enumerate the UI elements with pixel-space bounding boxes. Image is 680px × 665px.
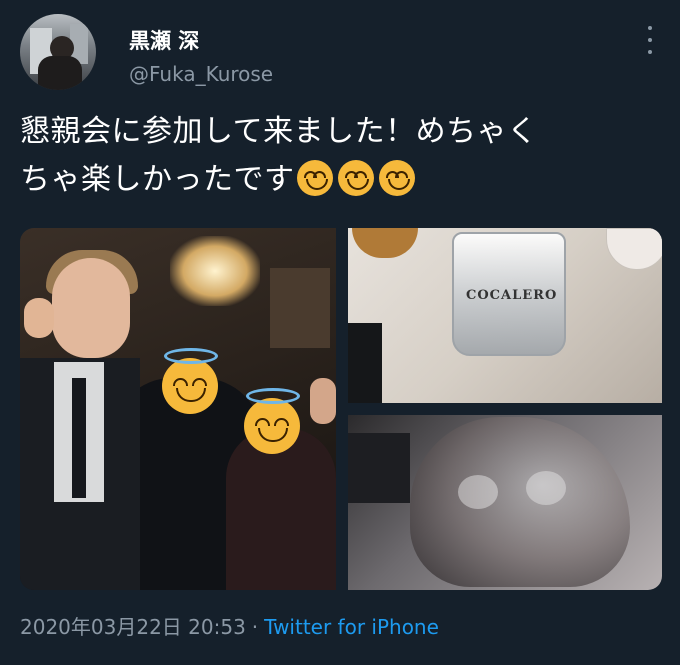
bar-shelf: [270, 268, 330, 348]
emoji-row: [296, 157, 420, 205]
smiling-face-emoji-icon: [296, 159, 333, 196]
source-link[interactable]: Twitter for iPhone: [264, 615, 439, 639]
person-tie: [72, 378, 86, 498]
photo-skull-bottle[interactable]: [348, 415, 662, 590]
person-face: [52, 258, 130, 358]
peace-sign-hand: [310, 378, 336, 424]
more-dot-icon: [648, 38, 652, 42]
media-grid: COCALERO: [20, 228, 662, 590]
plate: [606, 228, 662, 270]
meta-separator: ·: [251, 615, 259, 639]
skull-eye-socket: [458, 475, 498, 509]
photo-group-selfie[interactable]: [20, 228, 336, 590]
ceiling-light: [170, 236, 260, 306]
smiling-face-emoji-icon: [337, 159, 374, 196]
smiling-halo-emoji-icon: [162, 348, 218, 414]
glass-label: COCALERO: [466, 288, 558, 303]
dark-object: [348, 323, 382, 403]
tweet-text-line-1: 懇親会に参加して来ました！めちゃく: [20, 114, 538, 149]
more-options-button[interactable]: [638, 26, 662, 54]
tweet-text-line-2: ちゃ楽しかったです: [20, 156, 660, 205]
dark-box: [348, 433, 410, 503]
photo-shot-glass[interactable]: COCALERO: [348, 228, 662, 403]
more-dot-icon: [648, 50, 652, 54]
more-dot-icon: [648, 26, 652, 30]
tweet-text-line-2-text: ちゃ楽しかったです: [20, 162, 295, 197]
peace-sign-hand: [24, 298, 54, 338]
avatar[interactable]: [20, 14, 96, 90]
smiling-halo-emoji-icon: [244, 388, 300, 454]
tweet-text: 懇親会に参加して来ました！めちゃく ちゃ楽しかったです: [20, 108, 660, 205]
skull-eye-socket: [526, 471, 566, 505]
display-name[interactable]: 黒瀬 深: [129, 25, 199, 55]
skull-bottle: [410, 417, 630, 587]
smiling-face-emoji-icon: [378, 159, 415, 196]
user-handle[interactable]: @Fuka_Kurose: [129, 62, 273, 86]
avatar-figure-body: [38, 56, 82, 90]
amber-drink: [352, 228, 418, 258]
tweet-meta: 2020年03月22日 20:53 · Twitter for iPhone: [20, 611, 439, 640]
timestamp[interactable]: 2020年03月22日 20:53: [20, 615, 246, 639]
tweet-card: 黒瀬 深 @Fuka_Kurose 懇親会に参加して来ました！めちゃく ちゃ楽し…: [0, 0, 680, 665]
